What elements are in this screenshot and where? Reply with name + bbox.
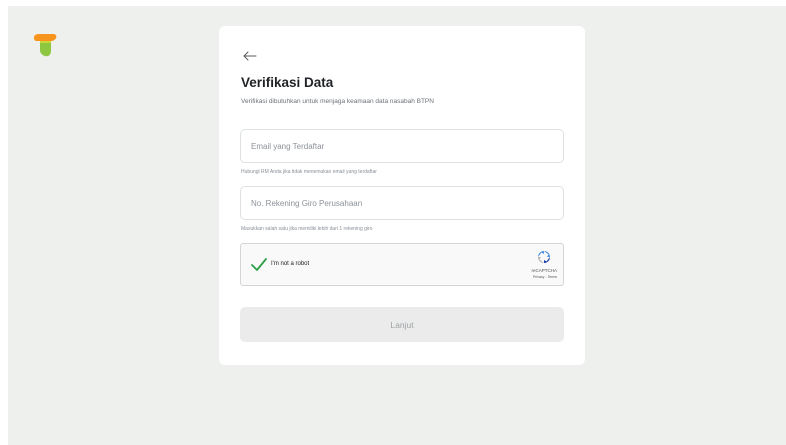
continue-button[interactable]: Lanjut bbox=[240, 307, 564, 342]
account-hint: Masukkan salah satu jika memiliki lebih … bbox=[241, 226, 373, 232]
page-subtitle: Verifikasi dibutuhkan untuk menjaga keam… bbox=[241, 98, 434, 105]
page-title: Verifikasi Data bbox=[241, 75, 334, 90]
account-number-field[interactable] bbox=[241, 187, 563, 219]
email-field[interactable] bbox=[241, 130, 563, 162]
btpn-logo-icon bbox=[34, 34, 57, 57]
captcha-brand: reCAPTCHA bbox=[531, 268, 557, 273]
email-field-container bbox=[240, 129, 564, 163]
email-hint: Hubungi RM Anda jika tidak menemukan ema… bbox=[241, 169, 377, 175]
recaptcha-logo-icon bbox=[538, 251, 550, 263]
account-field-container bbox=[240, 186, 564, 220]
recaptcha-widget: I'm not a robot reCAPTCHA Privacy - Term… bbox=[240, 243, 564, 286]
captcha-label: I'm not a robot bbox=[271, 261, 310, 267]
captcha-checkmark-icon[interactable] bbox=[250, 257, 268, 273]
back-arrow-icon[interactable] bbox=[241, 48, 259, 64]
captcha-terms-link[interactable]: Privacy - Terms bbox=[533, 275, 557, 279]
verification-card: Verifikasi Data Verifikasi dibutuhkan un… bbox=[219, 26, 585, 365]
